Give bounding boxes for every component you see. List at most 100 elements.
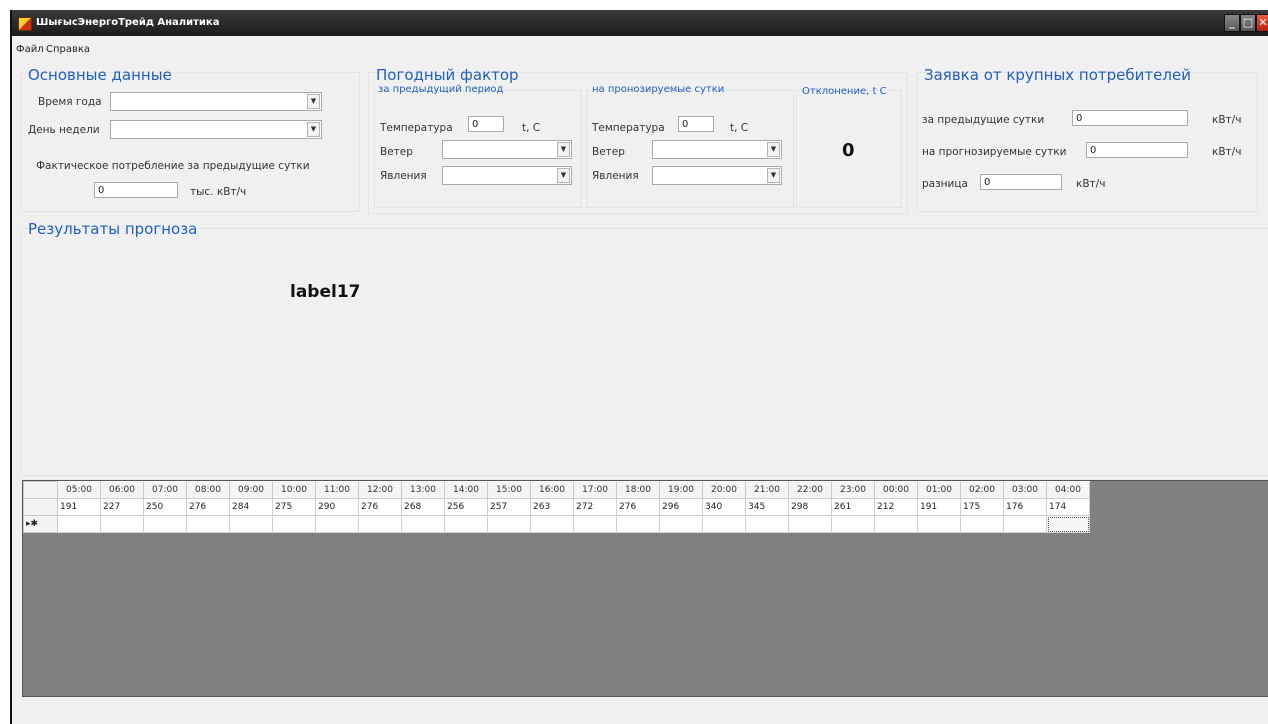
column-header[interactable]: 23:00 xyxy=(831,481,875,499)
weekday-select[interactable]: ▼ xyxy=(110,120,322,139)
table-cell[interactable]: 191 xyxy=(917,498,961,516)
table-cell[interactable]: 290 xyxy=(315,498,359,516)
column-header[interactable]: 12:00 xyxy=(358,481,402,499)
column-header[interactable]: 13:00 xyxy=(401,481,445,499)
table-cell[interactable] xyxy=(1003,515,1047,533)
table-cell[interactable] xyxy=(143,515,187,533)
table-cell[interactable]: 212 xyxy=(874,498,918,516)
column-header[interactable]: 10:00 xyxy=(272,481,316,499)
table-cell[interactable]: 227 xyxy=(100,498,144,516)
table-cell[interactable]: 176 xyxy=(1003,498,1047,516)
minimize-button[interactable]: _ xyxy=(1224,14,1240,32)
table-cell[interactable] xyxy=(272,515,316,533)
table-cell[interactable] xyxy=(530,515,574,533)
table-cell[interactable]: 268 xyxy=(401,498,445,516)
column-header[interactable]: 07:00 xyxy=(143,481,187,499)
table-cell[interactable]: 276 xyxy=(358,498,402,516)
table-cell[interactable]: 174 xyxy=(1046,498,1090,516)
table-cell[interactable] xyxy=(315,515,359,533)
table-cell[interactable]: 261 xyxy=(831,498,875,516)
column-header[interactable]: 05:00 xyxy=(57,481,101,499)
column-header[interactable]: 17:00 xyxy=(573,481,617,499)
column-header[interactable]: 15:00 xyxy=(487,481,531,499)
table-cell[interactable] xyxy=(659,515,703,533)
table-cell[interactable]: 263 xyxy=(530,498,574,516)
maximize-button[interactable]: □ xyxy=(1240,14,1256,32)
table-cell[interactable] xyxy=(745,515,789,533)
column-header[interactable]: 14:00 xyxy=(444,481,488,499)
table-cell[interactable] xyxy=(186,515,230,533)
table-cell[interactable] xyxy=(831,515,875,533)
table-cell[interactable] xyxy=(1046,515,1090,533)
column-header[interactable]: 18:00 xyxy=(616,481,660,499)
column-header[interactable]: 16:00 xyxy=(530,481,574,499)
table-cell[interactable]: 257 xyxy=(487,498,531,516)
table-cell[interactable]: 296 xyxy=(659,498,703,516)
table-cell[interactable]: 345 xyxy=(745,498,789,516)
column-header[interactable]: 20:00 xyxy=(702,481,746,499)
menu-help[interactable]: Справка xyxy=(46,44,90,55)
forecast-temp-input[interactable]: 0 xyxy=(678,116,714,132)
row-header[interactable] xyxy=(23,498,58,516)
table-cell[interactable] xyxy=(702,515,746,533)
column-header[interactable]: 11:00 xyxy=(315,481,359,499)
table-cell[interactable]: 276 xyxy=(186,498,230,516)
table-cell[interactable]: 275 xyxy=(272,498,316,516)
column-header[interactable]: 08:00 xyxy=(186,481,230,499)
new-row-indicator[interactable]: ▸✱ xyxy=(23,515,58,533)
table-cell[interactable]: 340 xyxy=(702,498,746,516)
forecast-grid[interactable]: 05:00 06:00 07:00 08:00 09:00 10:00 11:00 12:00… xyxy=(22,480,1268,697)
chevron-down-icon[interactable]: ▼ xyxy=(557,142,570,157)
table-cell[interactable] xyxy=(57,515,101,533)
table-cell[interactable]: 175 xyxy=(960,498,1004,516)
prev-phenomena-select[interactable]: ▼ xyxy=(442,166,572,185)
table-cell[interactable]: 250 xyxy=(143,498,187,516)
table-cell[interactable] xyxy=(788,515,832,533)
chevron-down-icon[interactable]: ▼ xyxy=(767,142,780,157)
consumers-diff-input[interactable]: 0 xyxy=(980,174,1062,190)
table-cell[interactable] xyxy=(100,515,144,533)
column-header[interactable]: 02:00 xyxy=(960,481,1004,499)
column-header[interactable]: 21:00 xyxy=(745,481,789,499)
table-cell[interactable] xyxy=(917,515,961,533)
table-cell[interactable] xyxy=(444,515,488,533)
table-cell[interactable] xyxy=(616,515,660,533)
column-header[interactable]: 04:00 xyxy=(1046,481,1090,499)
prev-temp-input[interactable]: 0 xyxy=(468,116,504,132)
consumers-forecast-input[interactable]: 0 xyxy=(1086,142,1188,158)
column-header[interactable]: 03:00 xyxy=(1003,481,1047,499)
table-cell[interactable] xyxy=(358,515,402,533)
table-row[interactable]: 191 227 250 276 284 275 290 276 268 256 257 263 272 2… xyxy=(23,498,1090,516)
forecast-wind-select[interactable]: ▼ xyxy=(652,140,782,159)
table-cell[interactable]: 191 xyxy=(57,498,101,516)
table-cell[interactable] xyxy=(573,515,617,533)
actual-consumption-input[interactable]: 0 xyxy=(94,182,178,198)
chevron-down-icon[interactable]: ▼ xyxy=(767,168,780,183)
table-cell[interactable]: 276 xyxy=(616,498,660,516)
table-cell[interactable] xyxy=(874,515,918,533)
chevron-down-icon[interactable]: ▼ xyxy=(557,168,570,183)
season-select[interactable]: ▼ xyxy=(110,92,322,111)
table-cell[interactable] xyxy=(487,515,531,533)
table-cell[interactable]: 298 xyxy=(788,498,832,516)
column-header[interactable]: 06:00 xyxy=(100,481,144,499)
column-header[interactable]: 00:00 xyxy=(874,481,918,499)
table-cell[interactable] xyxy=(960,515,1004,533)
table-cell[interactable] xyxy=(229,515,273,533)
chevron-down-icon[interactable]: ▼ xyxy=(307,94,320,109)
menu-file[interactable]: Файл xyxy=(16,44,44,55)
new-table-row[interactable]: ▸✱ xyxy=(23,515,1090,533)
column-header[interactable]: 22:00 xyxy=(788,481,832,499)
table-cell[interactable]: 256 xyxy=(444,498,488,516)
title-bar[interactable]: ШығысЭнергоТрейд Аналитика _ □ ✕ xyxy=(12,10,1268,36)
chevron-down-icon[interactable]: ▼ xyxy=(307,122,320,137)
column-header[interactable]: 19:00 xyxy=(659,481,703,499)
consumers-prev-input[interactable]: 0 xyxy=(1072,110,1188,126)
column-header[interactable]: 01:00 xyxy=(917,481,961,499)
table-cell[interactable]: 272 xyxy=(573,498,617,516)
prev-wind-select[interactable]: ▼ xyxy=(442,140,572,159)
column-header[interactable]: 09:00 xyxy=(229,481,273,499)
close-button[interactable]: ✕ xyxy=(1256,14,1268,32)
forecast-phenomena-select[interactable]: ▼ xyxy=(652,166,782,185)
table-cell[interactable] xyxy=(401,515,445,533)
